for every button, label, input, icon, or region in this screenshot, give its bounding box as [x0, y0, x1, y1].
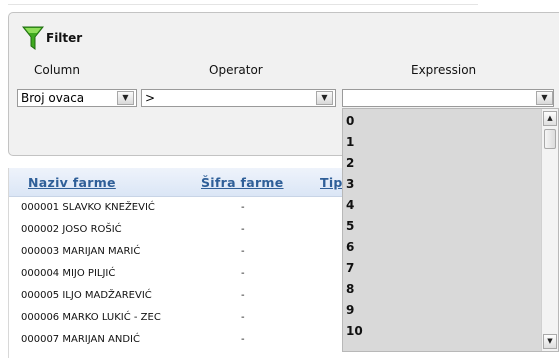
expression-select-chevron-down-icon[interactable]: ▼ — [536, 91, 553, 105]
cell-naziv: 000004 MIJO PILJIĆ — [21, 268, 116, 279]
column-select[interactable]: Broj ovaca ▼ — [17, 89, 137, 107]
expression-dropdown-list[interactable]: 0 1 2 3 4 5 6 7 8 9 10 ▲ ▼ — [342, 108, 559, 352]
cell-naziv: 000003 MARIJAN MARIĆ — [21, 246, 141, 257]
operator-select-value: > — [145, 91, 156, 105]
funnel-icon — [22, 26, 44, 50]
dropdown-option[interactable]: 9 — [346, 302, 363, 323]
scroll-up-arrow-icon[interactable]: ▲ — [543, 111, 557, 126]
dropdown-option[interactable]: 3 — [346, 176, 363, 197]
dropdown-options: 0 1 2 3 4 5 6 7 8 9 10 — [346, 113, 363, 344]
dropdown-option[interactable]: 7 — [346, 260, 363, 281]
scrollbar-thumb[interactable] — [544, 129, 556, 149]
header-tip[interactable]: Tip — [320, 175, 343, 190]
cell-sifra: - — [241, 290, 245, 301]
cell-sifra: - — [241, 202, 245, 213]
dropdown-option[interactable]: 0 — [346, 113, 363, 134]
header-sifra-farme[interactable]: Šifra farme — [201, 175, 284, 190]
dropdown-option[interactable]: 10 — [346, 323, 363, 344]
cell-sifra: - — [241, 312, 245, 323]
column-label: Column — [34, 63, 80, 77]
expression-label: Expression — [411, 63, 477, 77]
cell-sifra: - — [241, 268, 245, 279]
cell-sifra: - — [241, 334, 245, 345]
operator-select-chevron-down-icon[interactable]: ▼ — [316, 91, 333, 105]
dropdown-option[interactable]: 2 — [346, 155, 363, 176]
cell-naziv: 000001 SLAVKO KNEŽEVIĆ — [21, 202, 155, 213]
header-naziv-farme[interactable]: Naziv farme — [28, 175, 116, 190]
cell-sifra: - — [241, 224, 245, 235]
expression-select[interactable]: ▼ — [342, 89, 554, 107]
filter-header: Filter — [22, 25, 82, 51]
operator-label: Operator — [209, 63, 263, 77]
cell-naziv: 000007 MARIJAN ANDIĆ — [21, 334, 140, 345]
cell-naziv: 000006 MARKO LUKIĆ - ZEC — [21, 312, 161, 323]
cell-sifra: - — [241, 246, 245, 257]
cell-naziv: 000002 JOSO ROŠIĆ — [21, 224, 122, 235]
dropdown-scrollbar[interactable]: ▲ ▼ — [541, 109, 558, 351]
cell-naziv: 000005 ILJO MADŽAREVIĆ — [21, 290, 152, 301]
dropdown-option[interactable]: 6 — [346, 239, 363, 260]
operator-select[interactable]: > ▼ — [141, 89, 336, 107]
dropdown-option[interactable]: 5 — [346, 218, 363, 239]
filter-title: Filter — [46, 31, 83, 45]
column-select-value: Broj ovaca — [21, 91, 85, 105]
dropdown-option[interactable]: 1 — [346, 134, 363, 155]
column-select-chevron-down-icon[interactable]: ▼ — [117, 91, 134, 105]
top-divider — [8, 4, 478, 5]
dropdown-option[interactable]: 8 — [346, 281, 363, 302]
dropdown-option[interactable]: 4 — [346, 197, 363, 218]
scroll-down-arrow-icon[interactable]: ▼ — [543, 334, 557, 349]
